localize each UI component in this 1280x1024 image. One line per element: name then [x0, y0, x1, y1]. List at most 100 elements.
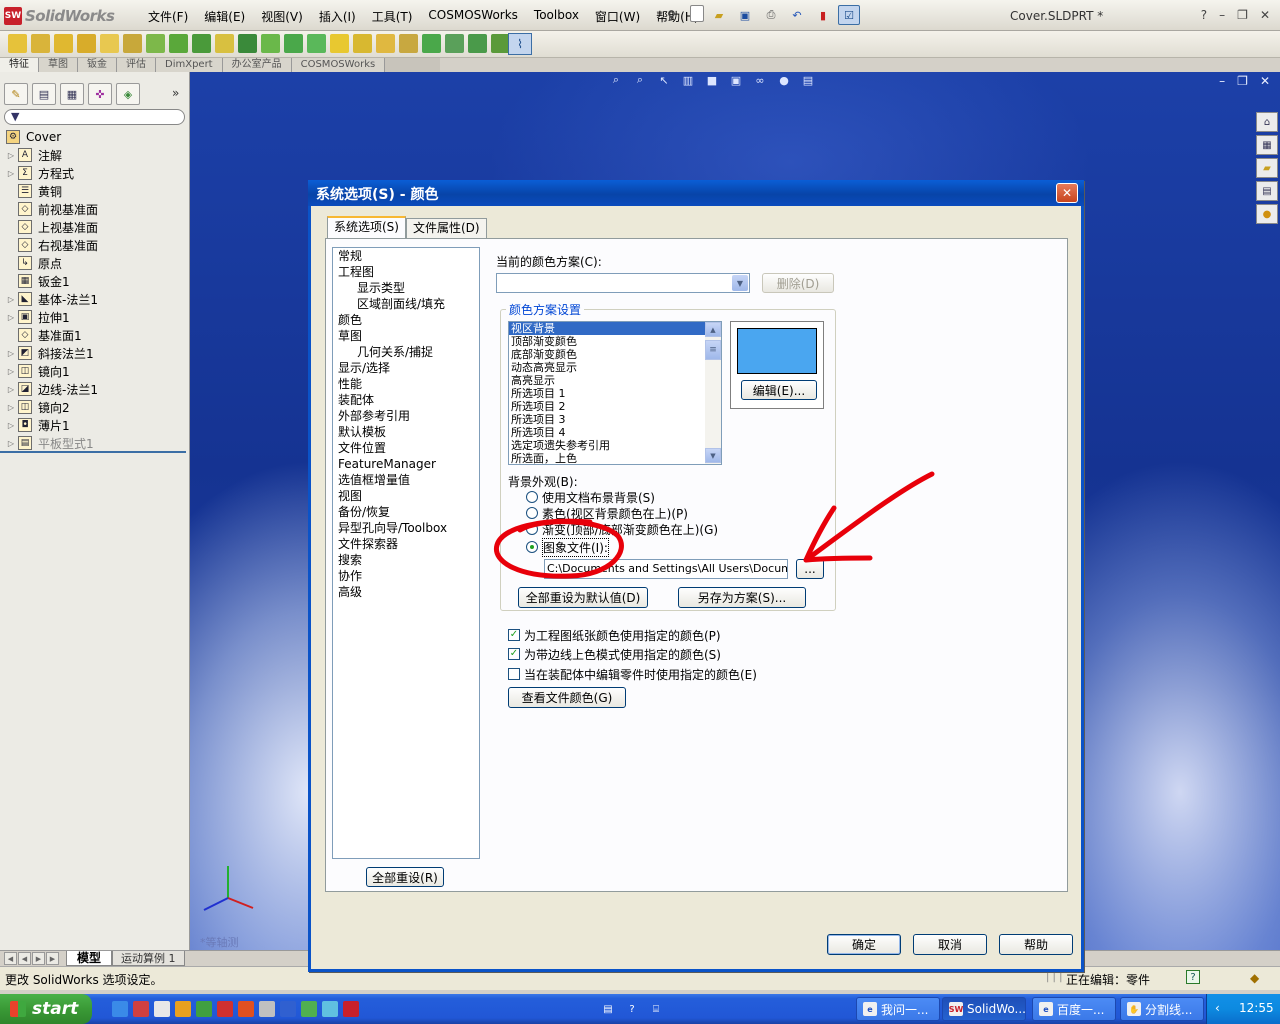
- display-style-icon[interactable]: ▣: [728, 72, 744, 88]
- tree-item[interactable]: ▷ ▣ 拉伸1: [4, 308, 186, 326]
- category-item[interactable]: 颜色: [333, 312, 479, 328]
- sketch-icon[interactable]: [445, 34, 464, 53]
- appearances-icon[interactable]: ●: [1256, 204, 1278, 224]
- radio-document-scene[interactable]: 使用文档布景背景(S): [526, 489, 655, 505]
- color-item[interactable]: 所选面，上色: [509, 452, 705, 464]
- tree-item[interactable]: ◇ 右视基准面: [4, 236, 186, 254]
- chevron-down-icon[interactable]: ▼: [732, 275, 748, 291]
- tab-cosmosworks[interactable]: COSMOSWorks: [291, 58, 386, 72]
- close-icon[interactable]: ✕: [1260, 8, 1270, 22]
- menu-insert[interactable]: 插入(I): [311, 8, 364, 25]
- category-item[interactable]: 外部参考引用: [333, 408, 479, 424]
- app-icon[interactable]: [196, 1001, 212, 1017]
- restore-icon[interactable]: ❐: [1237, 8, 1248, 22]
- expand-arrow-icon[interactable]: ▷: [4, 439, 18, 448]
- category-item[interactable]: 几何关系/捕捉: [333, 344, 479, 360]
- miter-flange-icon[interactable]: [77, 34, 96, 53]
- radio-image-file[interactable]: 图象文件(I):: [526, 537, 609, 557]
- color-item[interactable]: 选定项遗失参考引用: [509, 439, 705, 452]
- solidworks-resources-icon[interactable]: ⌂: [1256, 112, 1278, 132]
- expand-arrow-icon[interactable]: ▷: [4, 403, 18, 412]
- check-assembly-edit-color[interactable]: 当在装配体中编辑零件时使用指定的颜色(E): [508, 666, 757, 682]
- radio-dot[interactable]: [526, 507, 538, 519]
- category-item[interactable]: 搜索: [333, 552, 479, 568]
- color-item[interactable]: 所选项目 3: [509, 413, 705, 426]
- browse-button[interactable]: ...: [796, 559, 824, 579]
- tree-item[interactable]: ▷ ◪ 边线-法兰1: [4, 380, 186, 398]
- tab-features[interactable]: 特征: [0, 58, 39, 72]
- app-icon[interactable]: [217, 1001, 233, 1017]
- tab-document-properties[interactable]: 文件属性(D): [405, 218, 487, 238]
- no-bends-icon[interactable]: [284, 34, 303, 53]
- tree-item[interactable]: ☰ 黄铜: [4, 182, 186, 200]
- expand-arrow-icon[interactable]: ▷: [4, 421, 18, 430]
- vent-icon[interactable]: [399, 34, 418, 53]
- fold-icon[interactable]: [261, 34, 280, 53]
- menu-cosmosworks[interactable]: COSMOSWorks: [420, 8, 526, 25]
- menu-tools[interactable]: 工具(T): [364, 8, 421, 25]
- category-item[interactable]: 备份/恢复: [333, 504, 479, 520]
- pattern-icon[interactable]: [238, 34, 257, 53]
- radio-dot[interactable]: [526, 491, 538, 503]
- file-explorer-icon[interactable]: ▰: [1256, 158, 1278, 178]
- expand-arrow-icon[interactable]: ▷: [4, 367, 18, 376]
- next-tab-icon[interactable]: ▶: [32, 952, 45, 965]
- category-item[interactable]: 装配体: [333, 392, 479, 408]
- help-dropdown[interactable]: ?: [1201, 8, 1207, 22]
- help-button[interactable]: 帮助: [999, 934, 1073, 955]
- unfold-icon[interactable]: [215, 34, 234, 53]
- app-icon[interactable]: [280, 1001, 296, 1017]
- category-item[interactable]: 显示/选择: [333, 360, 479, 376]
- view-file-colors-button[interactable]: 查看文件颜色(G): [508, 687, 626, 708]
- category-item[interactable]: FeatureManager: [333, 456, 479, 472]
- convert-entities-icon[interactable]: [31, 34, 50, 53]
- open-folder-icon[interactable]: ▰: [708, 5, 730, 25]
- image-path-field[interactable]: C:\Documents and Settings\All Users\Docu…: [544, 559, 788, 579]
- category-item[interactable]: 草图: [333, 328, 479, 344]
- reset-all-button[interactable]: 全部重设(R): [366, 867, 444, 887]
- tree-item[interactable]: ▷ ◣ 基体-法兰1: [4, 290, 186, 308]
- tab-evaluate[interactable]: 评估: [117, 58, 156, 72]
- tab-dimxpert[interactable]: DimXpert: [156, 58, 223, 72]
- category-item[interactable]: 文件位置: [333, 440, 479, 456]
- radio-dot[interactable]: [526, 523, 538, 535]
- color-item[interactable]: 底部渐变颜色: [509, 348, 705, 361]
- radio-plain[interactable]: 素色(视区背景颜色在上)(P): [526, 505, 688, 521]
- tag-icon[interactable]: ◆: [1250, 971, 1259, 985]
- tree-item[interactable]: ▷ ▤ 平板型式1: [4, 434, 186, 452]
- first-tab-icon[interactable]: ◀: [4, 952, 17, 965]
- scroll-thumb[interactable]: ≡: [705, 340, 721, 360]
- tree-item[interactable]: ▷ ◫ 镜向1: [4, 362, 186, 380]
- browser-icon[interactable]: [175, 1001, 191, 1017]
- check-shaded-edges-color[interactable]: ✓ 为带边线上色模式使用指定的颜色(S): [508, 646, 721, 662]
- taskbar-item-1[interactable]: SW SolidWo...: [942, 997, 1026, 1021]
- viewport-minimize-icon[interactable]: –: [1219, 74, 1225, 88]
- dimxpert-manager-tab-icon[interactable]: ✜: [88, 83, 112, 105]
- zoom-to-area-icon[interactable]: ⌕: [632, 72, 648, 88]
- network-icon[interactable]: ⌸: [648, 1001, 664, 1017]
- undo-icon[interactable]: ↶: [786, 5, 808, 25]
- hide-show-items-icon[interactable]: ∞: [752, 72, 768, 88]
- keyboard-icon[interactable]: ▤: [600, 1001, 616, 1017]
- color-item[interactable]: 所选项目 4: [509, 426, 705, 439]
- category-item[interactable]: 区域剖面线/填充: [333, 296, 479, 312]
- tab-model[interactable]: 模型: [66, 951, 113, 966]
- scroll-up-icon[interactable]: ▲: [705, 322, 721, 337]
- taskbar-item-3[interactable]: ✋ 分割线...: [1120, 997, 1204, 1021]
- tree-root[interactable]: ⚙ Cover: [4, 128, 186, 146]
- expand-arrow-icon[interactable]: ▷: [4, 169, 18, 178]
- scroll-down-icon[interactable]: ▼: [705, 448, 721, 463]
- color-item-scrollbar[interactable]: ▲ ≡ ▼: [705, 322, 721, 464]
- viewport-restore-icon[interactable]: ❐: [1237, 74, 1248, 88]
- expand-arrow-icon[interactable]: ▷: [4, 385, 18, 394]
- tree-item[interactable]: ◇ 前视基准面: [4, 200, 186, 218]
- base-flange-icon[interactable]: [8, 34, 27, 53]
- prev-tab-icon[interactable]: ◀: [18, 952, 31, 965]
- save-icon[interactable]: ▣: [734, 5, 756, 25]
- solidworks-icon[interactable]: [343, 1001, 359, 1017]
- app-icon[interactable]: [259, 1001, 275, 1017]
- tree-item[interactable]: ▷ ◩ 斜接法兰1: [4, 344, 186, 362]
- edit-color-button[interactable]: 编辑(E)...: [741, 380, 817, 400]
- taskbar-item-2[interactable]: e 百度一...: [1032, 997, 1116, 1021]
- menu-file[interactable]: 文件(F): [140, 8, 196, 25]
